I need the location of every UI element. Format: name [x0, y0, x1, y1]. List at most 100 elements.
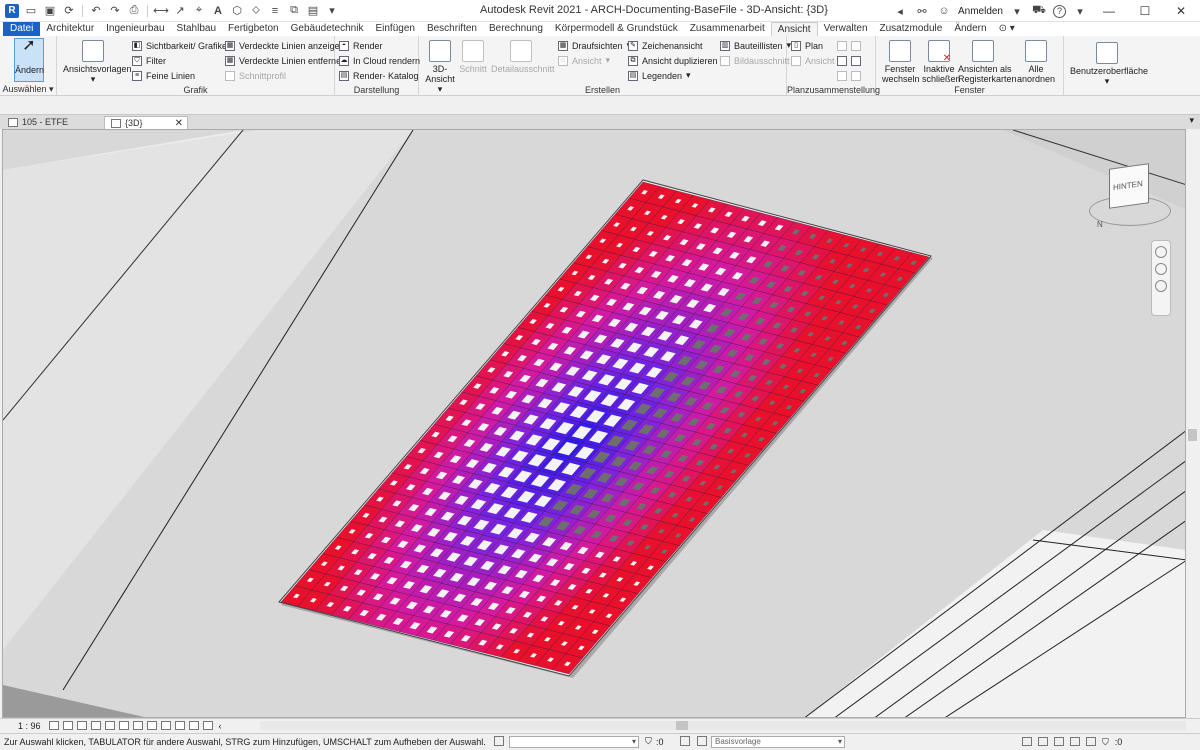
detail-callout-button[interactable]: Detailausschnitt	[491, 38, 555, 74]
workset-select[interactable]	[509, 736, 639, 748]
sign-in-link[interactable]: Anmelden	[958, 6, 1003, 17]
guide-grid-button[interactable]	[837, 54, 861, 67]
text-icon[interactable]: A	[210, 3, 226, 19]
select-by-face-icon[interactable]	[1070, 737, 1080, 746]
sync-icon[interactable]: ⟳	[61, 3, 77, 19]
measure-icon[interactable]: ⟷	[153, 3, 169, 19]
crop-view-icon[interactable]	[118, 721, 129, 730]
binoculars-icon[interactable]: ⚯	[914, 3, 930, 19]
sheet-button[interactable]: ▯ Plan	[791, 39, 823, 52]
analytical-icon[interactable]	[188, 721, 199, 730]
view-templates-button[interactable]: Ansichtsvorlagen ▾	[63, 38, 132, 84]
title-block-button[interactable]	[837, 39, 861, 52]
help-icon[interactable]: ?	[1053, 4, 1066, 18]
scale-label[interactable]: 1 : 96	[18, 721, 41, 731]
render-button[interactable]: ◓ Render	[339, 39, 383, 52]
section-icon[interactable]: ⬦	[248, 3, 264, 19]
switch-windows-button[interactable]: Fenster wechseln	[882, 38, 920, 84]
filter-icon[interactable]: ⛉	[645, 736, 652, 747]
place-view-button[interactable]: Ansicht	[791, 54, 835, 67]
tab-ansicht[interactable]: Ansicht	[770, 22, 818, 36]
minimize-button[interactable]: —	[1094, 0, 1124, 22]
cloud-render-button[interactable]: ☁ In Cloud rendern	[339, 54, 420, 67]
etfe-cushion-grid[interactable]	[280, 181, 930, 675]
steering-wheel-icon[interactable]	[1155, 246, 1167, 258]
doc-tab-schedule[interactable]: 105 - ETFE Schedule	[2, 116, 102, 140]
elevation-button[interactable]: ⌂ Ansicht ▾	[558, 54, 610, 67]
view-reference-button[interactable]	[837, 69, 861, 82]
dimension-icon[interactable]: ↗	[172, 3, 188, 19]
filter-icon[interactable]: ⛉	[1102, 737, 1109, 748]
scope-box-button[interactable]: Bildausschnitt	[720, 54, 790, 67]
cut-profile-button[interactable]: Schnittprofil	[225, 69, 286, 82]
design-option-icon[interactable]	[680, 736, 690, 746]
shadows-icon[interactable]	[90, 721, 101, 730]
undo-icon[interactable]: ↶	[88, 3, 104, 19]
select-underlay-icon[interactable]	[1038, 737, 1048, 746]
drag-elements-icon[interactable]	[1086, 737, 1096, 746]
3d-viewport[interactable]: HINTEN N	[2, 129, 1186, 718]
user-icon[interactable]: ☺	[936, 3, 952, 19]
tab-beschriften[interactable]: Beschriften	[421, 22, 483, 36]
remove-hidden-lines-button[interactable]: ▦ Verdeckte Linien entfernen	[225, 54, 346, 67]
close-hidden-icon[interactable]: ⧉	[286, 3, 302, 19]
lock-view-icon[interactable]	[146, 721, 157, 730]
redo-icon[interactable]: ↷	[107, 3, 123, 19]
filter-button[interactable]: ⛉ Filter	[132, 54, 166, 67]
legends-button[interactable]: ▤ Legenden ▾	[628, 69, 691, 82]
design-option-select[interactable]: Basisvorlage	[711, 736, 845, 748]
print-icon[interactable]: ⎙	[126, 3, 142, 19]
scroll-thumb[interactable]	[1188, 429, 1197, 441]
section-button[interactable]: Schnitt	[459, 38, 487, 74]
chevron-left-icon[interactable]: ‹	[219, 721, 222, 731]
chevron-down-icon[interactable]: ▾	[1009, 3, 1025, 19]
drafting-view-button[interactable]: ✎ Zeichenansicht	[628, 39, 703, 52]
thin-lines-icon[interactable]: ≡	[267, 3, 283, 19]
modify-button[interactable]: ➚ Ändern	[14, 38, 44, 82]
visibility-graphics-button[interactable]: ◧ Sichtbarkeit/ Grafiken	[132, 39, 232, 52]
doc-tab-3d[interactable]: {3D} ✕	[104, 116, 188, 130]
schedules-button[interactable]: ▥ Bauteillisten ▾	[720, 39, 791, 52]
ribbon-minimize-toggle[interactable]: ⊙ ▾	[993, 22, 1021, 36]
show-crop-icon[interactable]	[132, 721, 143, 730]
maximize-button[interactable]: ☐	[1130, 0, 1160, 22]
thin-lines-button[interactable]: ≡ Feine Linien	[132, 69, 195, 82]
switch-windows-icon[interactable]: ▤	[305, 3, 321, 19]
vertical-scrollbar[interactable]	[1187, 129, 1198, 718]
close-button[interactable]: ✕	[1166, 0, 1196, 22]
tab-architektur[interactable]: Architektur	[40, 22, 100, 36]
duplicate-view-button[interactable]: ⧉Ansicht duplizieren ▾	[628, 54, 726, 67]
zoom-icon[interactable]	[1155, 263, 1167, 275]
tab-körpermodell-grundstück[interactable]: Körpermodell & Grundstück	[549, 22, 684, 36]
tab-overflow-icon[interactable]: ▾	[1189, 115, 1194, 126]
rendering-icon[interactable]	[104, 721, 115, 730]
tab-datei[interactable]: Datei	[3, 22, 41, 36]
render-gallery-button[interactable]: ▤ Render- Katalog	[339, 69, 419, 82]
scroll-thumb[interactable]	[676, 721, 688, 730]
tab-berechnung[interactable]: Berechnung	[483, 22, 549, 36]
sun-path-icon[interactable]	[76, 721, 87, 730]
tab-ändern[interactable]: Ändern	[948, 22, 992, 36]
select-pinned-icon[interactable]	[1054, 737, 1064, 746]
tab-stahlbau[interactable]: Stahlbau	[171, 22, 222, 36]
customize-qat-icon[interactable]: ▾	[324, 3, 340, 19]
tab-zusatzmodule[interactable]: Zusatzmodule	[874, 22, 949, 36]
revit-logo[interactable]: R	[5, 3, 19, 18]
highlight-icon[interactable]	[202, 721, 213, 730]
default-3d-view-icon[interactable]: ⬡	[229, 3, 245, 19]
plan-views-button[interactable]: ▦Draufsichten ▾	[558, 39, 631, 52]
orbit-icon[interactable]	[1155, 280, 1167, 292]
tile-views-button[interactable]: Alle anordnen	[1010, 38, 1062, 84]
detail-level-icon[interactable]	[48, 721, 59, 730]
tab-gebäudetechnik[interactable]: Gebäudetechnik	[285, 22, 370, 36]
chevron-down-icon[interactable]: ▾	[1072, 3, 1088, 19]
user-interface-button[interactable]: Benutzeroberfläche ▾	[1070, 40, 1148, 86]
tab-fertigbeton[interactable]: Fertigbeton	[222, 22, 285, 36]
temp-hide-icon[interactable]	[160, 721, 171, 730]
tab-einfügen[interactable]: Einfügen	[369, 22, 420, 36]
cube-face[interactable]: HINTEN	[1109, 163, 1149, 209]
panel-label[interactable]: Auswählen ▾	[0, 84, 56, 95]
chevron-left-icon[interactable]: ◂	[892, 3, 908, 19]
reveal-hidden-icon[interactable]	[174, 721, 185, 730]
visual-style-icon[interactable]	[62, 721, 73, 730]
